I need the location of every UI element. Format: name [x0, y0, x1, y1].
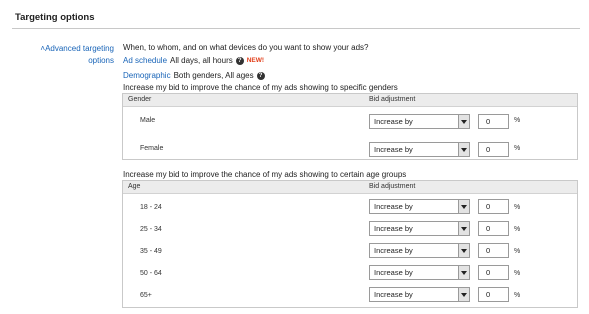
bid-mode-value: Increase by: [374, 268, 413, 277]
dropdown-arrow-icon[interactable]: [458, 222, 469, 235]
bid-mode-select[interactable]: Increase by: [369, 114, 470, 129]
advanced-targeting-toggle[interactable]: ˄Advanced targeting options: [32, 43, 114, 67]
row-label: Female: [140, 145, 164, 152]
percent-label: %: [514, 117, 521, 124]
bid-adjustment-input[interactable]: 0: [478, 221, 509, 236]
gender-column-header: Gender: [128, 96, 152, 103]
bid-mode-select[interactable]: Increase by: [369, 142, 470, 157]
advanced-targeting-label-1: Advanced targeting: [45, 44, 114, 53]
table-row: 65+ Increase by 0 %: [123, 282, 577, 304]
demographic-row: Demographic Both genders, All ages ?: [123, 71, 265, 80]
bid-adjustment-input[interactable]: 0: [478, 142, 509, 157]
section-title: Targeting options: [15, 12, 95, 23]
bid-mode-value: Increase by: [374, 224, 413, 233]
row-label: 50 - 64: [140, 270, 162, 277]
bid-adjustment-input[interactable]: 0: [478, 287, 509, 302]
age-table-header: Age Bid adjustment: [123, 181, 577, 194]
age-caption: Increase my bid to improve the chance of…: [123, 170, 407, 179]
bid-adjustment-column-header: Bid adjustment: [369, 96, 416, 103]
advanced-targeting-label-2: options: [88, 56, 114, 65]
bid-mode-value: Increase by: [374, 145, 413, 154]
table-row: Male Increase by 0 %: [123, 107, 577, 135]
dropdown-arrow-icon[interactable]: [458, 200, 469, 213]
dropdown-arrow-icon[interactable]: [458, 115, 469, 128]
row-label: 65+: [140, 292, 152, 299]
table-row: 25 - 34 Increase by 0 %: [123, 216, 577, 238]
bid-mode-select[interactable]: Increase by: [369, 199, 470, 214]
row-label: Male: [140, 117, 156, 124]
dropdown-arrow-icon[interactable]: [458, 266, 469, 279]
bid-mode-select[interactable]: Increase by: [369, 221, 470, 236]
table-row: 50 - 64 Increase by 0 %: [123, 260, 577, 282]
percent-label: %: [514, 270, 521, 277]
bid-adjustment-input[interactable]: 0: [478, 265, 509, 280]
bid-mode-value: Increase by: [374, 246, 413, 255]
chevron-up-icon: ˄: [40, 44, 46, 53]
gender-table: Gender Bid adjustment Male Increase by 0…: [122, 93, 578, 160]
age-column-header: Age: [128, 183, 141, 190]
percent-label: %: [514, 226, 521, 233]
bid-adjustment-column-header: Bid adjustment: [369, 183, 416, 190]
bid-mode-value: Increase by: [374, 117, 413, 126]
table-row: Female Increase by 0 %: [123, 135, 577, 163]
percent-label: %: [514, 248, 521, 255]
targeting-question: When, to whom, and on what devices do yo…: [123, 43, 369, 52]
bid-mode-select[interactable]: Increase by: [369, 243, 470, 258]
gender-table-header: Gender Bid adjustment: [123, 94, 577, 107]
bid-adjustment-input[interactable]: 0: [478, 114, 509, 129]
demographic-link[interactable]: Demographic: [123, 71, 171, 80]
demographic-value: Both genders, All ages: [173, 71, 254, 80]
dropdown-arrow-icon[interactable]: [458, 288, 469, 301]
dropdown-arrow-icon[interactable]: [458, 143, 469, 156]
table-row: 18 - 24 Increase by 0 %: [123, 194, 577, 216]
new-badge: NEW!: [246, 57, 265, 64]
row-label: 18 - 24: [140, 204, 162, 211]
dropdown-arrow-icon[interactable]: [458, 244, 469, 257]
gender-caption: Increase my bid to improve the chance of…: [123, 83, 398, 92]
table-row: 35 - 49 Increase by 0 %: [123, 238, 577, 260]
ad-schedule-value: All days, all hours: [170, 56, 233, 65]
age-table: Age Bid adjustment 18 - 24 Increase by 0…: [122, 180, 578, 308]
help-icon[interactable]: ?: [235, 56, 244, 65]
bid-adjustment-input[interactable]: 0: [478, 243, 509, 258]
ad-schedule-row: Ad schedule All days, all hours ? NEW!: [123, 56, 264, 65]
percent-label: %: [514, 292, 521, 299]
bid-mode-select[interactable]: Increase by: [369, 287, 470, 302]
percent-label: %: [514, 145, 521, 152]
row-label: 35 - 49: [140, 248, 162, 255]
percent-label: %: [514, 204, 521, 211]
title-divider: [12, 28, 580, 29]
bid-mode-value: Increase by: [374, 202, 413, 211]
bid-mode-select[interactable]: Increase by: [369, 265, 470, 280]
bid-mode-value: Increase by: [374, 290, 413, 299]
ad-schedule-link[interactable]: Ad schedule: [123, 56, 167, 65]
help-icon[interactable]: ?: [256, 71, 265, 80]
row-label: 25 - 34: [140, 226, 162, 233]
bid-adjustment-input[interactable]: 0: [478, 199, 509, 214]
